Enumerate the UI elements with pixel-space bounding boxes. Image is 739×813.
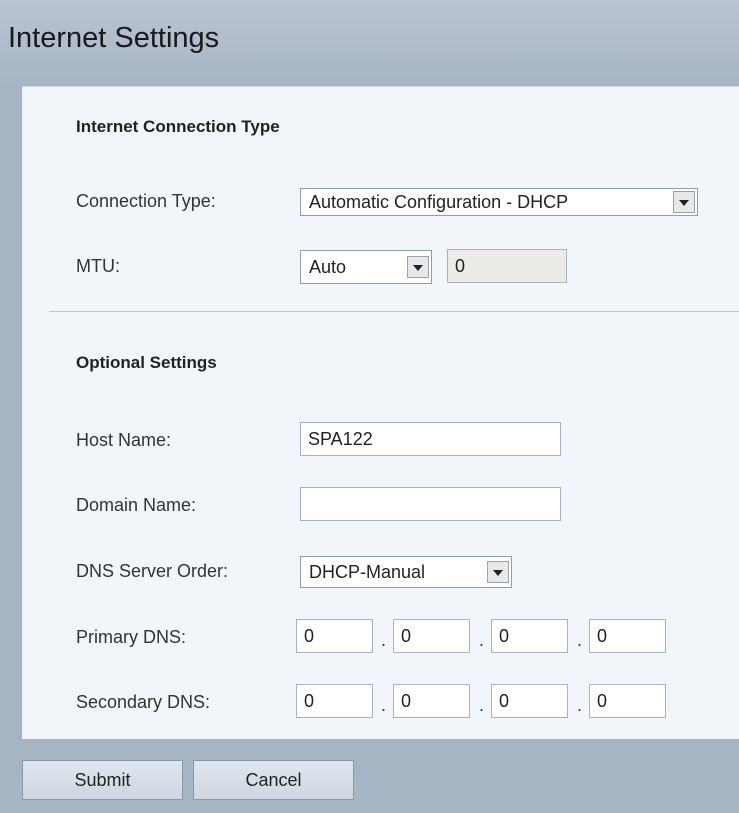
octet-value: 0 [401,626,412,646]
octet-separator: . [479,630,485,650]
secondary-dns-octet-2[interactable]: 0 [393,684,470,718]
mtu-value: 0 [455,256,466,276]
domain-name-label: Domain Name: [76,495,197,515]
connection-type-select[interactable]: Automatic Configuration - DHCP [300,188,698,216]
dns-order-select[interactable]: DHCP-Manual [300,556,512,588]
octet-value: 0 [401,691,412,711]
domain-name-field[interactable] [300,487,561,521]
octet-value: 0 [499,691,510,711]
page-title: Internet Settings [8,22,220,54]
chevron-down-icon[interactable] [407,256,429,278]
octet-value: 0 [304,626,315,646]
dns-order-value: DHCP-Manual [309,562,426,582]
primary-dns-octet-1[interactable]: 0 [296,619,373,653]
primary-dns-octet-2[interactable]: 0 [393,619,470,653]
secondary-dns-octet-3[interactable]: 0 [491,684,568,718]
title-bar: Internet Settings [0,0,739,86]
secondary-dns-label: Secondary DNS: [76,692,211,712]
dns-order-label: DNS Server Order: [76,561,229,581]
host-name-value: SPA122 [308,429,373,449]
host-name-field[interactable]: SPA122 [300,422,561,456]
octet-separator: . [577,695,583,715]
host-name-label: Host Name: [76,430,172,450]
octet-value: 0 [597,626,608,646]
connection-type-label: Connection Type: [76,191,216,211]
octet-separator: . [577,630,583,650]
chevron-down-icon[interactable] [673,191,695,213]
connection-type-value: Automatic Configuration - DHCP [309,192,569,212]
mtu-value-field: 0 [447,249,567,283]
optional-section-title: Optional Settings [76,353,217,372]
octet-value: 0 [304,691,315,711]
octet-separator: . [479,695,485,715]
mtu-label: MTU: [76,256,120,276]
primary-dns-label: Primary DNS: [76,627,187,647]
submit-button[interactable]: Submit [22,760,183,800]
secondary-dns-octet-4[interactable]: 0 [589,684,666,718]
cancel-button[interactable]: Cancel [193,760,354,800]
octet-value: 0 [499,626,510,646]
secondary-dns-octet-1[interactable]: 0 [296,684,373,718]
section-divider [49,311,739,312]
octet-separator: . [381,695,387,715]
mtu-mode-select[interactable]: Auto [300,250,432,284]
octet-value: 0 [597,691,608,711]
connection-section-title: Internet Connection Type [76,117,280,136]
mtu-mode-value: Auto [309,257,347,277]
octet-separator: . [381,630,387,650]
primary-dns-octet-4[interactable]: 0 [589,619,666,653]
primary-dns-octet-3[interactable]: 0 [491,619,568,653]
chevron-down-icon[interactable] [487,561,509,583]
